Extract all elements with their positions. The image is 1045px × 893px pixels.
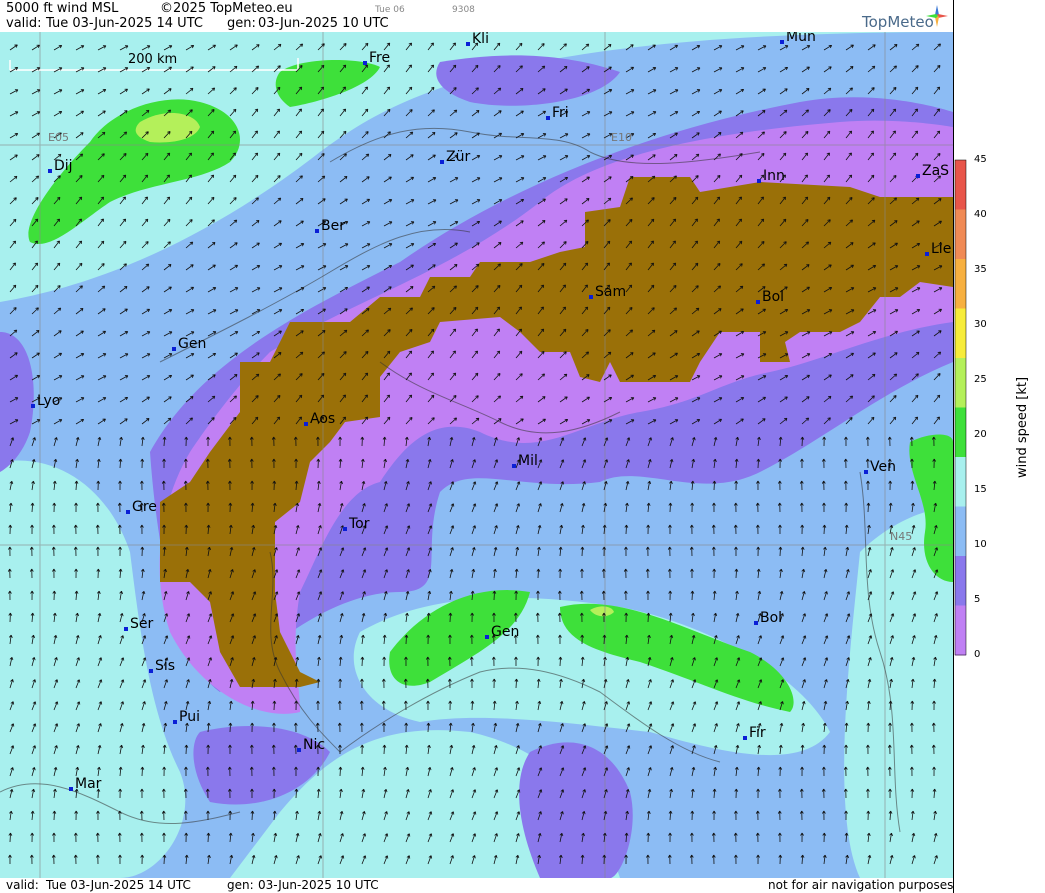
disclaimer: not for air navigation purposes	[768, 878, 954, 892]
valid-time: Tue 03-Jun-2025 14 UTC	[46, 16, 203, 31]
legend-color-band	[955, 259, 966, 309]
legend-color-band	[955, 308, 966, 359]
city-label[interactable]: Mun	[780, 32, 816, 44]
gen-label: gen:	[227, 16, 256, 31]
wind-map-canvas	[0, 32, 953, 878]
city-label[interactable]: Nic	[297, 738, 325, 752]
city-label[interactable]: Fri	[546, 106, 569, 120]
legend-color-band	[955, 605, 966, 656]
city-label[interactable]: Bol	[754, 611, 782, 625]
city-label[interactable]: Gen	[172, 337, 206, 351]
city-label[interactable]: Pui	[173, 710, 200, 724]
city-label[interactable]: Sis	[149, 659, 175, 673]
legend-tick: 45	[974, 154, 987, 165]
city-label[interactable]: Sam	[589, 285, 626, 299]
legend-tick: 5	[974, 594, 981, 605]
legend-color-band	[955, 407, 966, 458]
legend-tick: 15	[974, 484, 987, 495]
city-label[interactable]: Fre	[363, 51, 390, 65]
city-label[interactable]: Lyo	[31, 394, 60, 408]
city-label[interactable]: Dij	[48, 159, 73, 173]
grid-label-e10: E10	[611, 131, 632, 144]
city-label[interactable]: Aos	[304, 412, 335, 426]
day-code: Tue 06	[375, 5, 405, 15]
city-label[interactable]: Inn	[757, 169, 785, 183]
scale-label: 200 km	[128, 52, 178, 67]
legend-tick: 0	[974, 649, 981, 660]
footer-valid-label: valid:	[6, 878, 39, 892]
legend-color-band	[955, 358, 966, 408]
brand-name: TopMeteo	[862, 13, 934, 31]
legend-tick: 20	[974, 429, 987, 440]
city-label[interactable]: Mar	[69, 777, 101, 791]
legend-tick: 35	[974, 264, 987, 275]
city-label[interactable]: Lie	[925, 242, 951, 256]
city-label[interactable]: Gen	[485, 625, 519, 639]
legend-color-band	[955, 160, 966, 210]
city-label[interactable]: Ser	[124, 617, 153, 631]
footer-valid-time: Tue 03-Jun-2025 14 UTC	[46, 878, 191, 892]
city-label[interactable]: ZaS	[916, 164, 949, 178]
grid-label-n45: N45	[890, 530, 913, 543]
legend-colorbar	[954, 159, 967, 656]
legend-tick: 10	[974, 539, 987, 550]
legend-tick: 30	[974, 319, 987, 330]
color-legend: 45 40 35 30 25 20 15 10 5 0	[953, 0, 1045, 893]
legend-axis-title: wind speed [kt]	[1015, 376, 1030, 478]
legend-tick: 25	[974, 374, 987, 385]
run-code: 9308	[452, 5, 475, 15]
legend-color-band	[955, 506, 966, 557]
product-title: 5000 ft wind MSL	[6, 1, 119, 16]
city-label[interactable]: Gre	[126, 500, 157, 514]
city-label[interactable]: Tor	[343, 517, 370, 531]
city-label[interactable]: Mil	[512, 454, 538, 468]
city-label[interactable]: Ber	[315, 219, 345, 233]
city-label[interactable]: Fir	[743, 726, 766, 740]
brand-logo-icon	[926, 5, 948, 27]
footer-gen-time: 03-Jun-2025 10 UTC	[258, 878, 379, 892]
legend-color-band	[955, 209, 966, 260]
city-label[interactable]: Zür	[440, 150, 470, 164]
city-label[interactable]: Ven	[864, 460, 896, 474]
copyright: ©2025 TopMeteo.eu	[160, 1, 293, 16]
footer-gen-label: gen:	[227, 878, 254, 892]
wind-map[interactable]: 200 km E05 E10 N45 Kli Mun Fre Fri Dij Z…	[0, 32, 953, 878]
gen-time: 03-Jun-2025 10 UTC	[258, 16, 389, 31]
grid-label-e05: E05	[48, 131, 69, 144]
legend-color-band	[955, 556, 966, 606]
legend-tick: 40	[974, 209, 987, 220]
city-label[interactable]: Kli	[466, 32, 489, 46]
city-label[interactable]: Bol	[756, 290, 784, 304]
valid-label: valid:	[6, 16, 42, 31]
legend-color-band	[955, 457, 966, 507]
